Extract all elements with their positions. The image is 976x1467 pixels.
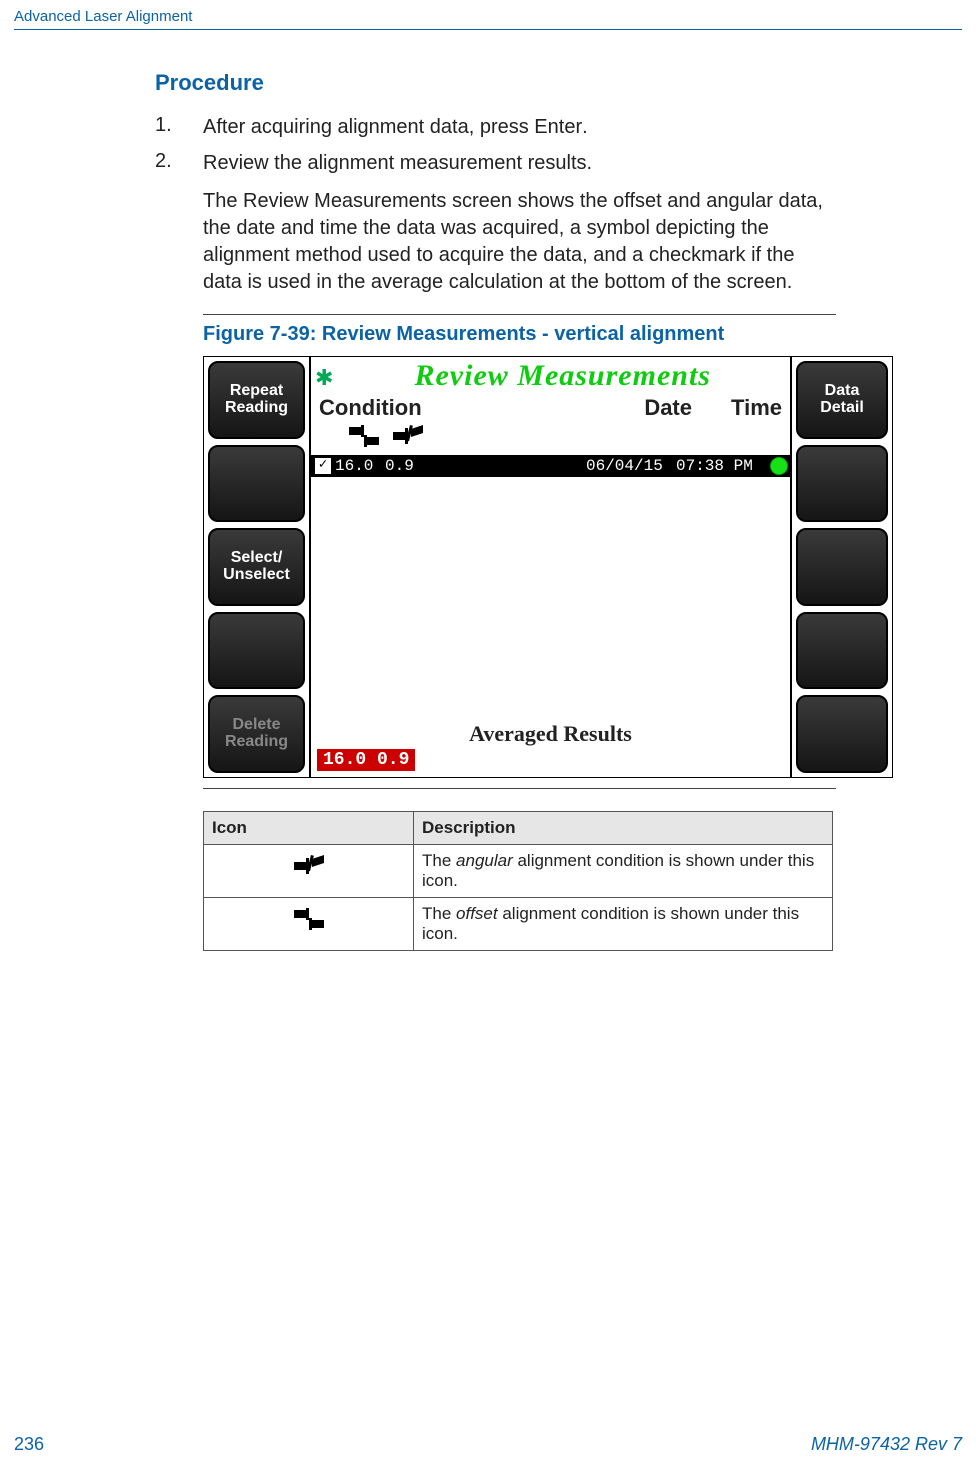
table-row: The angular alignment condition is shown… — [204, 845, 833, 898]
figure-top-rule — [203, 314, 836, 315]
btn-blank[interactable] — [796, 528, 888, 606]
checkmark-icon: ✓ — [315, 458, 331, 474]
btn-repeat-reading[interactable]: Repeat Reading — [208, 361, 305, 439]
btn-blank[interactable] — [208, 445, 305, 523]
device-screenshot: Repeat Reading Select/ Unselect Delete R… — [203, 356, 893, 778]
figure-bottom-rule — [203, 788, 836, 789]
step-2: 2. Review the alignment measurement resu… — [155, 150, 836, 176]
step-number: 2. — [155, 150, 203, 176]
device-title: Review Measurements — [339, 359, 786, 393]
averaged-results-row: 16.0 0.9 — [311, 749, 790, 777]
angular-icon-cell — [204, 845, 414, 898]
page-number: 236 — [14, 1434, 44, 1455]
txt: The — [422, 904, 456, 923]
angular-desc: The angular alignment condition is shown… — [414, 845, 833, 898]
btn-blank[interactable] — [796, 612, 888, 690]
btn-blank[interactable] — [796, 695, 888, 773]
btn-label: Select/ Unselect — [210, 550, 303, 584]
left-softkeys: Repeat Reading Select/ Unselect Delete R… — [204, 357, 309, 777]
step-text: Review the alignment measurement results… — [203, 150, 592, 176]
table-header-row: Icon Description — [204, 812, 833, 845]
btn-label: Delete Reading — [210, 717, 303, 751]
measurement-row[interactable]: ✓ 16.0 0.9 06/04/15 07:38 PM — [311, 455, 790, 477]
angular-icon — [391, 421, 425, 451]
offset-icon — [292, 904, 326, 934]
procedure-heading: Procedure — [155, 70, 836, 96]
step-1: 1. After acquiring alignment data, press… — [155, 114, 836, 140]
btn-data-detail[interactable]: Data Detail — [796, 361, 888, 439]
step-text-key: Enter — [534, 116, 582, 138]
txt-italic: offset — [456, 904, 498, 923]
row-date: 06/04/15 — [586, 457, 676, 475]
btn-label: Repeat Reading — [210, 383, 303, 417]
offset-icon-cell — [204, 898, 414, 951]
col-condition: Condition — [319, 395, 532, 421]
angular-icon — [292, 851, 326, 881]
figure-caption: Figure 7-39: Review Measurements - verti… — [203, 323, 836, 346]
right-softkeys: Data Detail — [792, 357, 892, 777]
th-icon: Icon — [204, 812, 414, 845]
averaged-values: 16.0 0.9 — [317, 749, 415, 771]
doc-id: MHM-97432 Rev 7 — [811, 1434, 962, 1455]
offset-icon — [347, 421, 381, 451]
page-header-section: Advanced Laser Alignment — [0, 0, 976, 25]
btn-delete-reading[interactable]: Delete Reading — [208, 695, 305, 773]
offset-desc: The offset alignment condition is shown … — [414, 898, 833, 951]
method-indicator-icon — [770, 457, 788, 475]
txt-italic: angular — [456, 851, 513, 870]
step-number: 1. — [155, 114, 203, 140]
th-description: Description — [414, 812, 833, 845]
step-text-a: After acquiring alignment data, press — [203, 116, 534, 138]
txt: The — [422, 851, 456, 870]
procedure-steps: 1. After acquiring alignment data, press… — [155, 114, 836, 176]
btn-blank[interactable] — [796, 445, 888, 523]
page-footer: 236 MHM-97432 Rev 7 — [14, 1434, 962, 1455]
averaged-results-heading: Averaged Results — [311, 719, 790, 749]
step-2-body: The Review Measurements screen shows the… — [203, 188, 836, 296]
btn-select-unselect[interactable]: Select/ Unselect — [208, 528, 305, 606]
btn-label: Data Detail — [798, 383, 886, 417]
icon-description-table: Icon Description The angular alignment c… — [203, 811, 833, 951]
step-text: After acquiring alignment data, press En… — [203, 114, 588, 140]
offset-value: 16.0 — [335, 457, 385, 475]
angular-value: 0.9 — [385, 457, 445, 475]
step-text-c: . — [582, 116, 588, 138]
table-row: The offset alignment condition is shown … — [204, 898, 833, 951]
btn-blank[interactable] — [208, 612, 305, 690]
col-date: Date — [532, 395, 692, 421]
row-time: 07:38 PM — [676, 457, 770, 475]
col-time: Time — [692, 395, 782, 421]
column-headers: Condition Date Time — [311, 393, 790, 421]
condition-icons — [311, 421, 790, 455]
device-main-panel: ✱ Review Measurements Condition Date Tim… — [309, 357, 792, 777]
status-icon: ✱ — [315, 365, 333, 391]
